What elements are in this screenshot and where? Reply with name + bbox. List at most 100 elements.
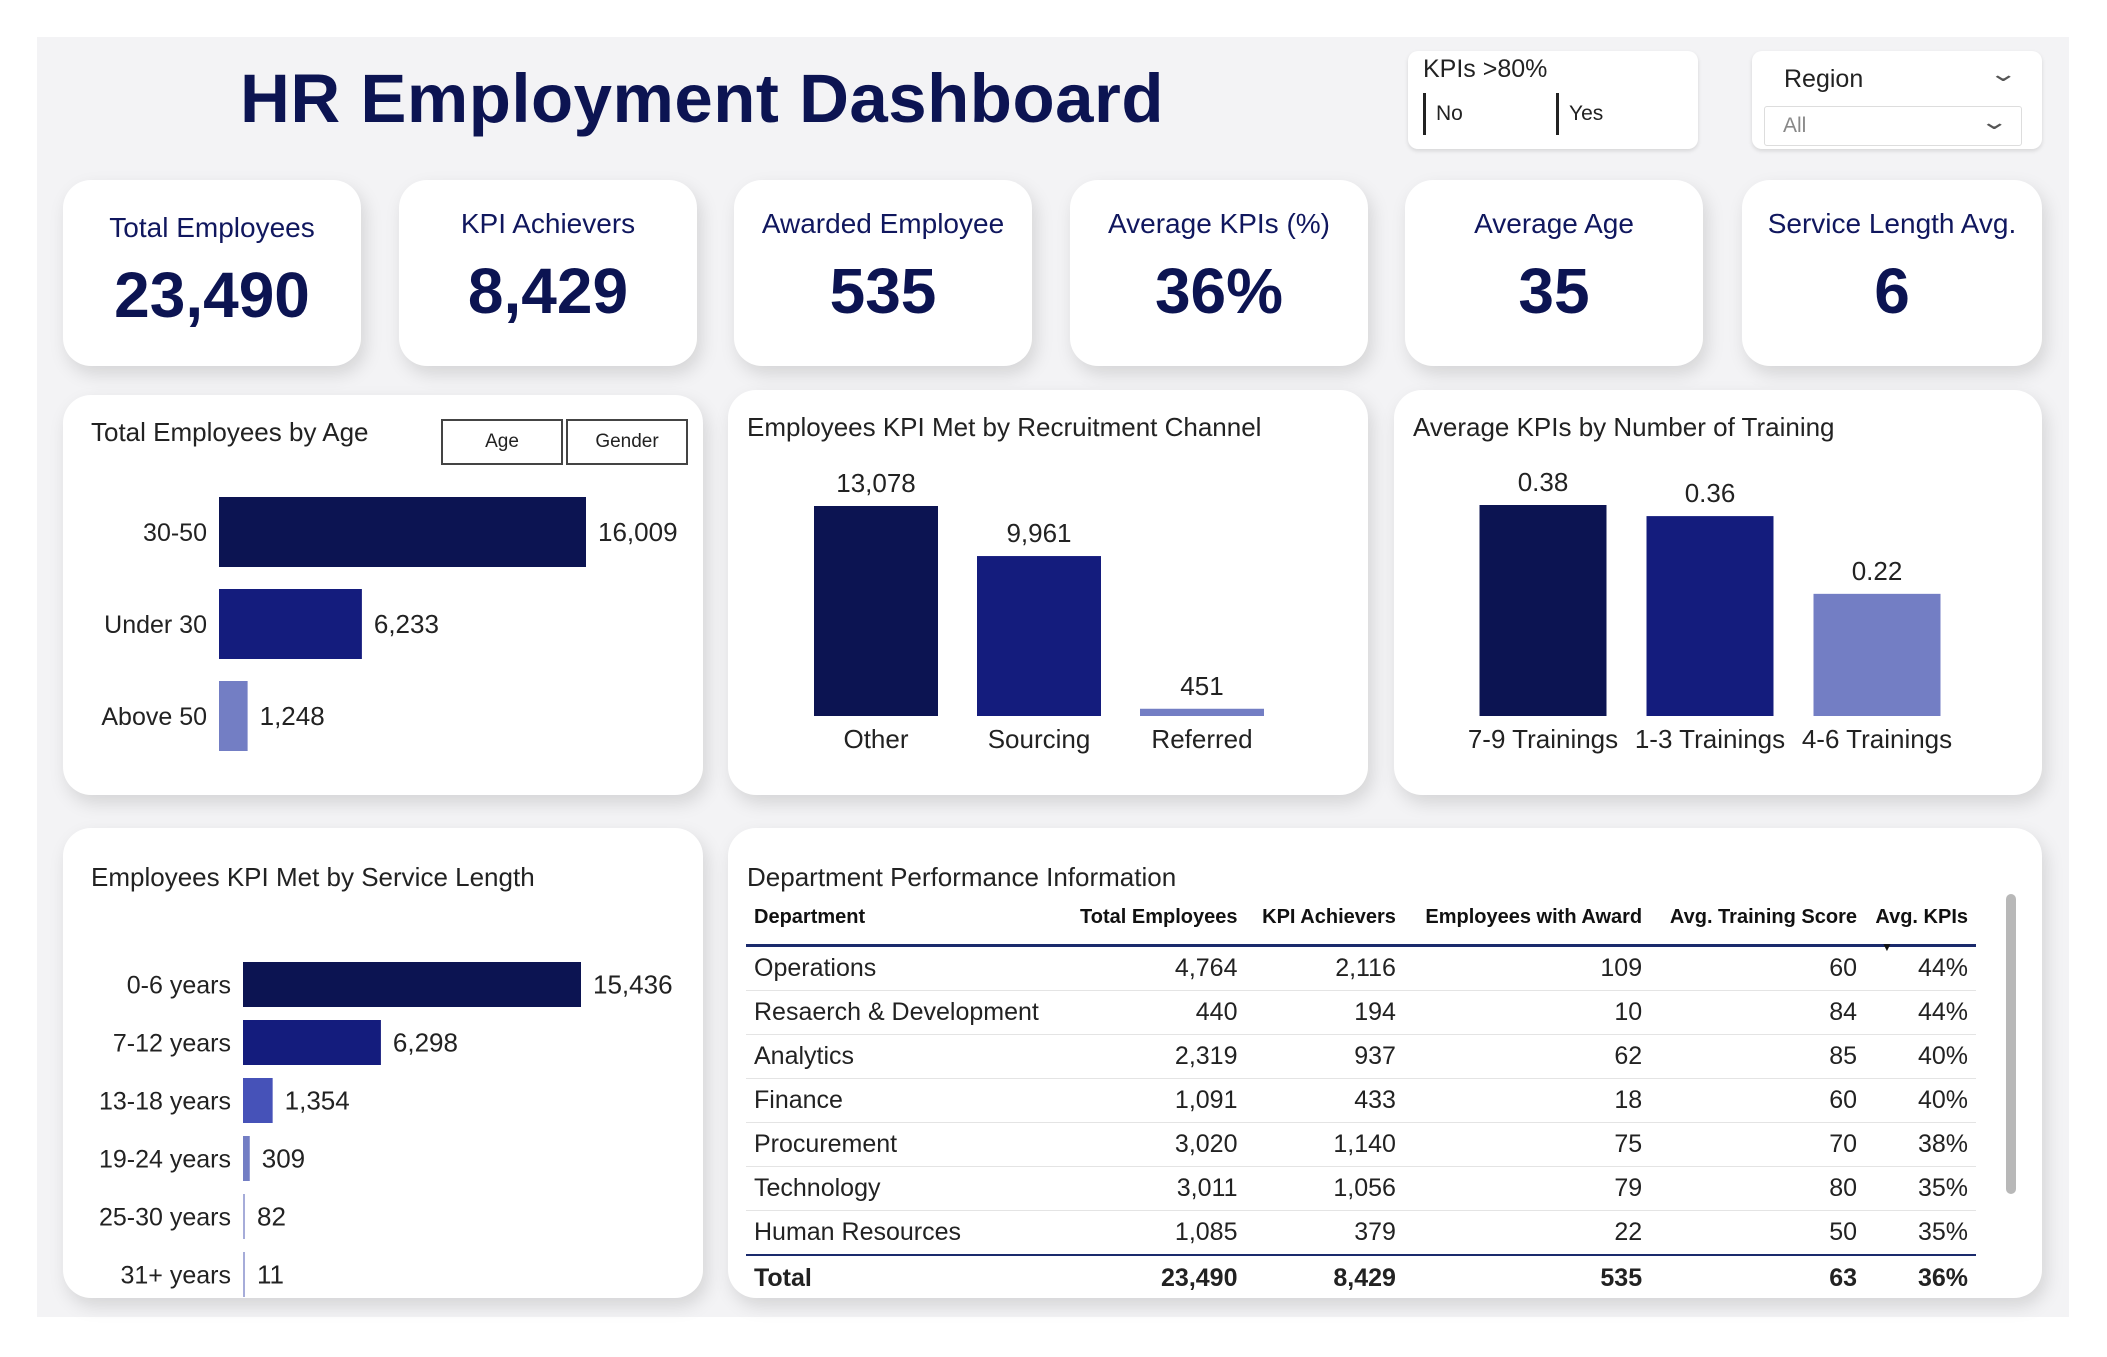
value-cell: 440	[1062, 990, 1246, 1035]
kpi-label: Average KPIs (%)	[1107, 208, 1331, 239]
category-label: 4-6 Trainings	[1802, 724, 1952, 754]
region-slicer: Region ⌄ All ⌄	[1752, 51, 2042, 149]
table-body: Operations 4,764 2,116 109 60 44% Resaerch & D…	[746, 945, 1976, 1300]
kpi-label: Total Employees	[109, 212, 315, 243]
value-cell: 2,319	[1062, 1034, 1246, 1079]
value-cell: 60	[1650, 945, 1865, 991]
category-label: 19-24 years	[99, 1146, 231, 1174]
bar	[977, 556, 1101, 716]
bar	[814, 506, 938, 716]
value-cell: 10	[1403, 990, 1651, 1035]
data-label: 1,248	[260, 701, 325, 731]
data-label: 0.36	[1685, 478, 1736, 508]
service-bar-chart: 0-6 years 15,436 7-12 years 6,298 13-18 year…	[99, 962, 673, 1297]
value-cell: 433	[1245, 1078, 1404, 1123]
value-cell: 23,490	[1062, 1254, 1246, 1300]
category-label: Under 30	[104, 611, 207, 639]
value-cell: 109	[1403, 945, 1651, 991]
kpi-value: 535	[829, 255, 937, 327]
department-cell: Human Resources	[746, 1210, 1062, 1256]
value-cell: 4,764	[1062, 945, 1246, 991]
kpi-card-average-kpis: Average KPIs (%) 36%	[1070, 180, 1368, 366]
kpi-value: 8,429	[467, 255, 629, 327]
table-row[interactable]: Resaerch & Development 440 194 10 84 44%	[746, 990, 1976, 1035]
value-cell: 36%	[1865, 1254, 1976, 1300]
category-label: 0-6 years	[127, 972, 231, 1000]
kpi-slicer-label: KPIs >80%	[1423, 55, 1548, 83]
category-label: 31+ years	[121, 1262, 232, 1290]
region-dropdown[interactable]: All ⌄	[1764, 106, 2022, 146]
data-label: 13,078	[836, 468, 916, 498]
value-cell: 63	[1650, 1254, 1865, 1300]
table-scrollbar[interactable]	[2006, 894, 2016, 1194]
sort-descending-icon[interactable]: ▼	[1881, 940, 1893, 954]
column-header[interactable]: Total Employees	[1062, 890, 1246, 947]
value-cell: 44%	[1865, 990, 1976, 1035]
bar	[1140, 708, 1264, 716]
data-label: 82	[257, 1202, 286, 1232]
bar	[243, 1252, 245, 1297]
data-label: 0.38	[1518, 467, 1569, 497]
data-label: 0.22	[1852, 556, 1903, 586]
kpi-card-service-length: Service Length Avg. 6	[1742, 180, 2042, 366]
category-label: 7-12 years	[113, 1030, 231, 1058]
value-cell: 2,116	[1245, 945, 1404, 991]
table-row[interactable]: Technology 3,011 1,056 79 80 35%	[746, 1166, 1976, 1211]
column-header[interactable]: Avg. KPIs	[1865, 890, 1976, 947]
value-cell: 80	[1650, 1166, 1865, 1211]
kpi-slicer: KPIs >80% No Yes	[1408, 51, 1698, 149]
value-cell: 22	[1403, 1210, 1651, 1256]
department-cell: Procurement	[746, 1122, 1062, 1167]
data-label: 6,233	[374, 609, 439, 639]
data-label: 11	[257, 1260, 284, 1290]
value-cell: 62	[1403, 1034, 1651, 1079]
value-cell: 1,056	[1245, 1166, 1404, 1211]
kpi-value: 35	[1518, 255, 1590, 327]
table-row[interactable]: Human Resources 1,085 379 22 50 35%	[746, 1210, 1976, 1256]
column-header[interactable]: Department	[746, 890, 1062, 947]
table-row[interactable]: Analytics 2,319 937 62 85 40%	[746, 1034, 1976, 1079]
value-cell: 1,140	[1245, 1122, 1404, 1167]
column-header[interactable]: KPI Achievers	[1245, 890, 1404, 947]
table-row[interactable]: Finance 1,091 433 18 60 40%	[746, 1078, 1976, 1123]
bar	[219, 589, 362, 659]
kpi-option-yes[interactable]: Yes	[1556, 93, 1689, 135]
data-label: 15,436	[593, 970, 673, 1000]
service-chart-card: Employees KPI Met by Service Length 0-6 …	[63, 828, 703, 1298]
kpi-value: 6	[1874, 255, 1910, 327]
value-cell: 937	[1245, 1034, 1404, 1079]
value-cell: 84	[1650, 990, 1865, 1035]
kpi-option-no[interactable]: No	[1423, 93, 1556, 135]
column-header[interactable]: Avg. Training Score	[1650, 890, 1865, 947]
value-cell: 379	[1245, 1210, 1404, 1256]
column-header[interactable]: Employees with Award	[1403, 890, 1651, 947]
bar	[243, 1020, 381, 1065]
bar	[243, 1194, 245, 1239]
category-label: 30-50	[143, 519, 207, 547]
value-cell: 18	[1403, 1078, 1651, 1123]
value-cell: 50	[1650, 1210, 1865, 1256]
table-row[interactable]: Operations 4,764 2,116 109 60 44%	[746, 945, 1976, 991]
data-label: 451	[1180, 671, 1223, 701]
category-label: Other	[843, 724, 908, 754]
kpi-card-total-employees: Total Employees 23,490	[63, 180, 361, 366]
category-label: 7-9 Trainings	[1468, 724, 1618, 754]
department-cell: Operations	[746, 945, 1062, 991]
table-title: Department Performance Information	[747, 862, 1177, 892]
data-label: 16,009	[598, 517, 678, 547]
value-cell: 8,429	[1245, 1254, 1404, 1300]
value-cell: 75	[1403, 1122, 1651, 1167]
department-cell: Resaerch & Development	[746, 990, 1062, 1035]
kpi-card-kpi-achievers: KPI Achievers 8,429	[399, 180, 697, 366]
dashboard-canvas: HR Employment Dashboard KPIs >80% No Yes…	[37, 37, 2069, 1317]
department-table-card: Department Performance Information Depar…	[728, 828, 2042, 1300]
kpi-label: Awarded Employee	[761, 208, 1005, 239]
table-row[interactable]: Procurement 3,020 1,140 75 70 38%	[746, 1122, 1976, 1167]
department-table: Department Total Employees KPI Achievers…	[746, 890, 1976, 1300]
value-cell: 1,091	[1062, 1078, 1246, 1123]
category-label: 13-18 years	[99, 1088, 231, 1116]
table-total-row[interactable]: Total 23,490 8,429 535 63 36%	[746, 1254, 1976, 1300]
bar	[243, 962, 581, 1007]
chevron-down-icon[interactable]: ⌄	[1988, 61, 2018, 87]
table-header-row: Department Total Employees KPI Achievers…	[746, 890, 1976, 947]
